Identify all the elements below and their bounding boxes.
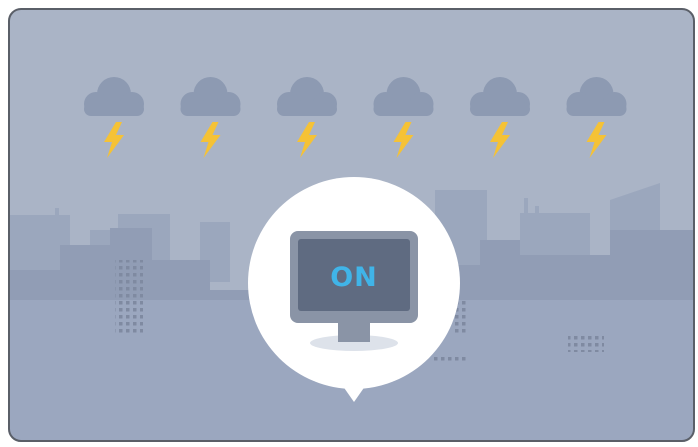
- building-windows-center-low: [432, 356, 468, 364]
- monitor-stand: [338, 320, 370, 342]
- building-windows-left: [115, 260, 143, 334]
- illustration-canvas: ON: [8, 8, 695, 442]
- monitor-status-text: ON: [330, 262, 378, 293]
- building-windows-right: [568, 336, 604, 352]
- illustration-scene: ON: [0, 0, 698, 447]
